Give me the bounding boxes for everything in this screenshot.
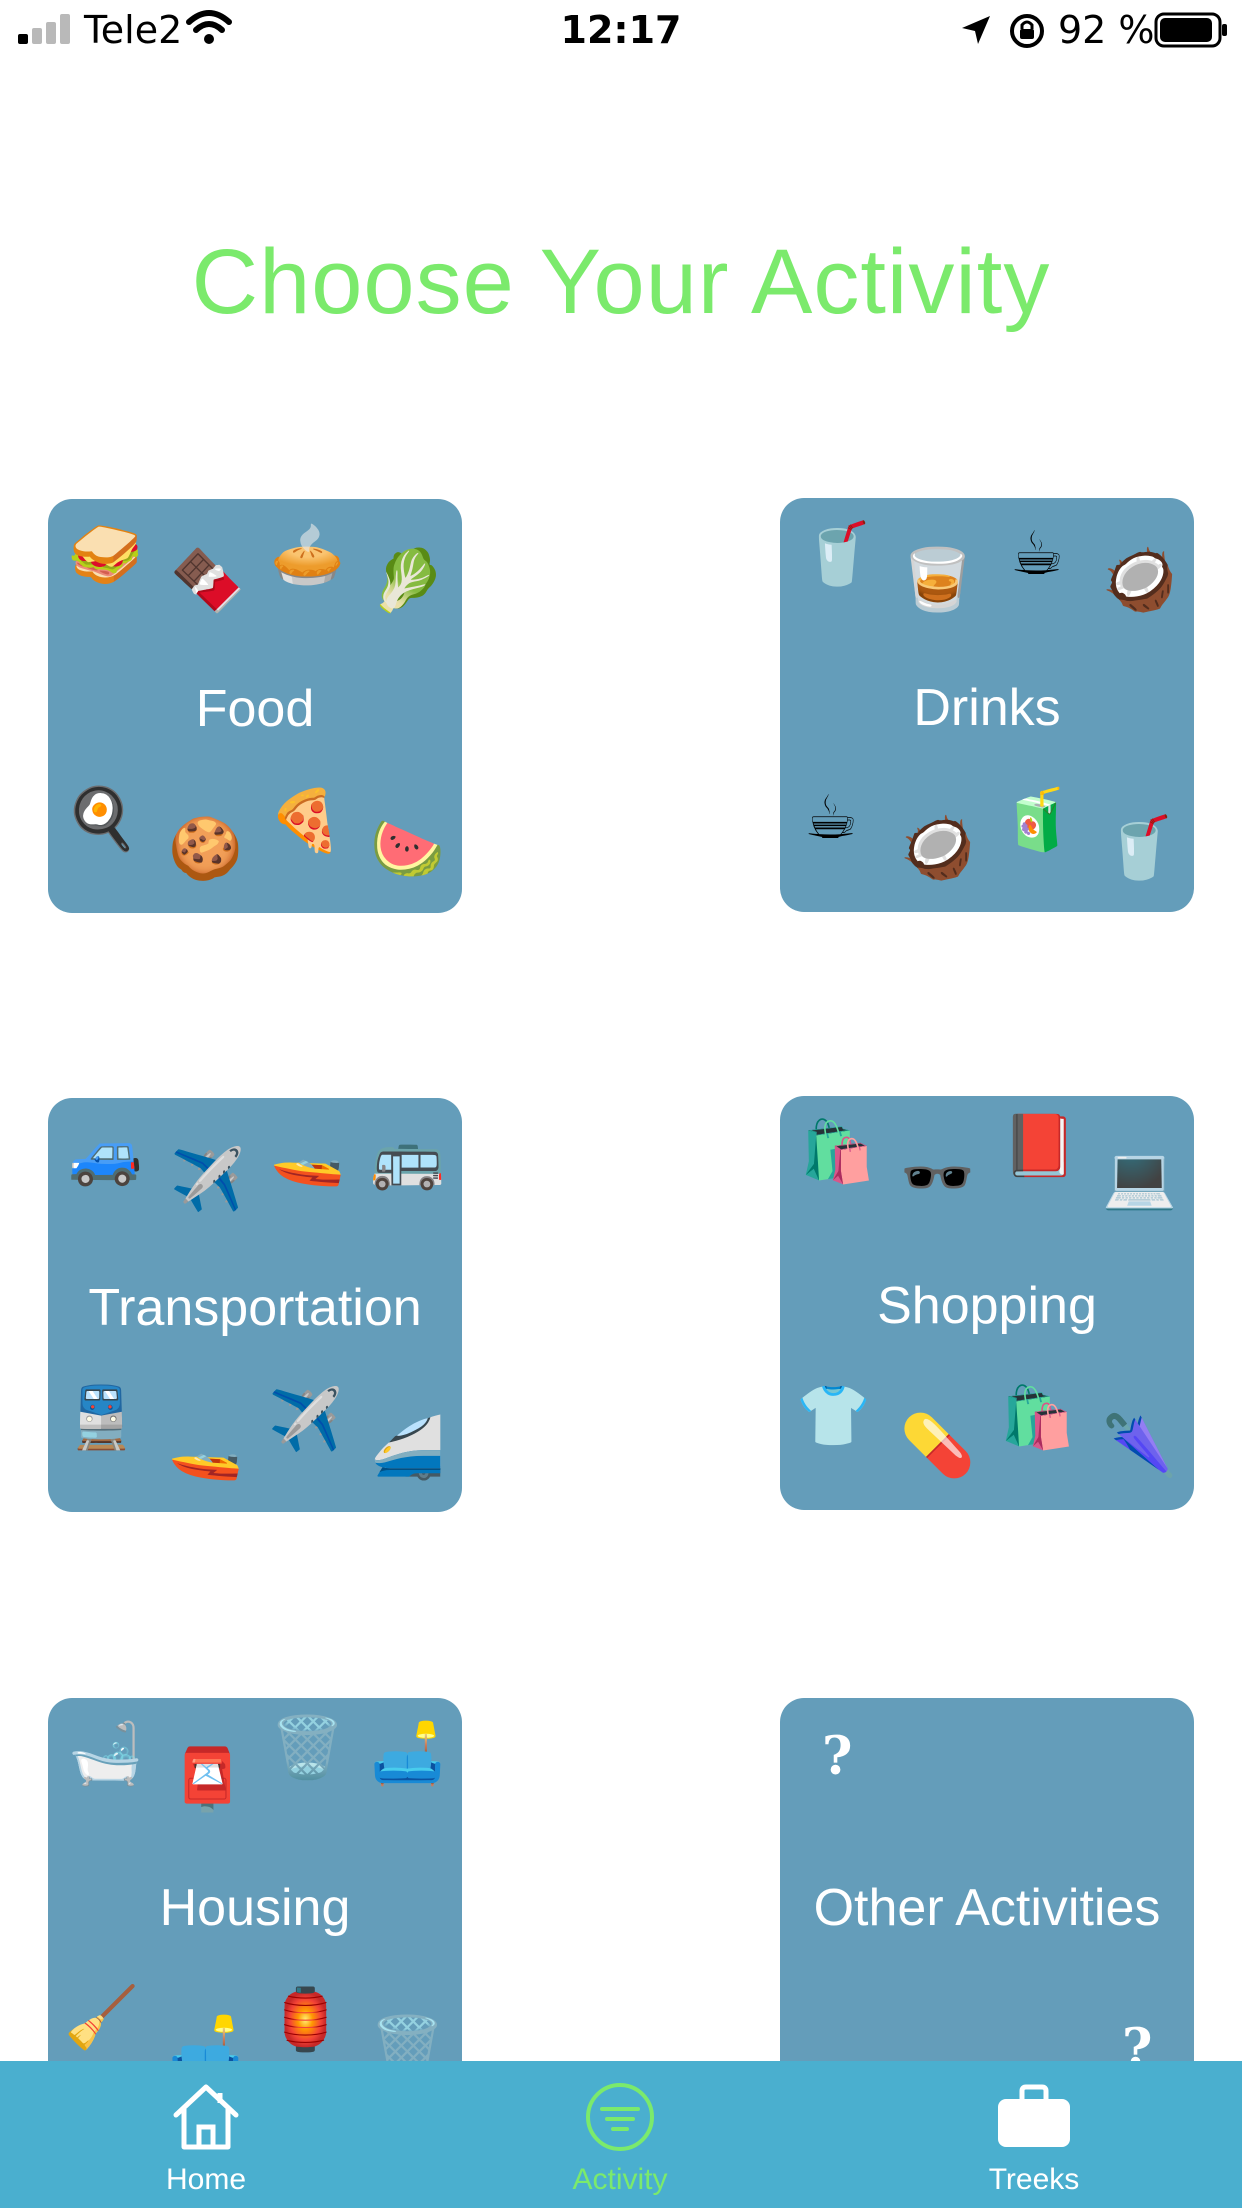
- clock: 12:17: [560, 8, 682, 52]
- broom-icon: 🧹: [64, 1983, 139, 2053]
- status-bar: Tele2 12:17 92 %: [0, 0, 1242, 62]
- laptop-icon: 💻: [1102, 1143, 1177, 1213]
- activity-tile-other[interactable]: Other Activities ? ?: [780, 1698, 1194, 2112]
- bus-icon: 🚌: [370, 1123, 445, 1193]
- list-circle-icon: [586, 2083, 654, 2151]
- battery-icon: [1154, 12, 1227, 48]
- tile-label: Other Activities: [813, 1879, 1161, 1937]
- lamp-icon: 🏮: [268, 1985, 343, 2055]
- tab-treeks[interactable]: Treeks: [914, 2061, 1154, 2208]
- activity-tile-drinks[interactable]: Drinks 🥤 🥃 ☕ 🥥 ☕ 🥥 🧃 🥤: [780, 498, 1194, 912]
- couch-lamp-icon: 🛋️: [370, 1719, 445, 1789]
- coconut-drink-icon: 🥥: [900, 813, 975, 883]
- location-arrow-icon: [962, 16, 990, 44]
- juice-box-icon: 🧃: [1000, 785, 1075, 855]
- airplane-icon: ✈️: [268, 1385, 343, 1455]
- bathtub-icon: 🛁: [68, 1719, 143, 1789]
- rotation-lock-icon: [1010, 14, 1044, 48]
- battery-percentage: 92 %: [1058, 8, 1155, 52]
- tab-label: Home: [165, 2163, 247, 2196]
- train-icon: 🚆: [64, 1383, 139, 1453]
- book-icon: 📕: [1002, 1111, 1077, 1181]
- coffee-icon: ☕: [804, 783, 858, 853]
- postbox-icon: 📮: [170, 1745, 245, 1815]
- wastebasket-icon: 🗑️: [270, 1713, 345, 1783]
- speedboat-icon: 🚤: [168, 1413, 243, 1483]
- activity-tile-housing[interactable]: Housing 🛁 📮 🗑️ 🛋️ 🧹 🛋️ 🏮 🗑️: [48, 1698, 462, 2112]
- tab-bar: Home Activity Treeks: [0, 2061, 1242, 2208]
- shopping-bags-icon: 🛍️: [800, 1117, 875, 1187]
- tile-label: Drinks: [913, 679, 1061, 737]
- cookie-icon: 🍪: [168, 814, 243, 884]
- airplane-icon: ✈️: [170, 1145, 245, 1215]
- coconut-drink-icon: 🥥: [1102, 545, 1177, 615]
- bullet-train-icon: 🚄: [370, 1413, 445, 1483]
- sandwich-icon: 🥪: [68, 520, 143, 590]
- watermelon-icon: 🍉: [370, 814, 445, 884]
- question-mark-icon: ?: [822, 1726, 853, 1787]
- tab-activity[interactable]: Activity: [500, 2061, 740, 2208]
- umbrella-icon: 🌂: [1102, 1411, 1177, 1481]
- activity-tile-food[interactable]: Food 🥪 🍫 🥧 🥬 🍳 🍪 🍕 🍉: [48, 499, 462, 913]
- sunglasses-icon: 🕶️: [900, 1143, 975, 1213]
- tile-label: Food: [195, 680, 315, 738]
- tab-label: Treeks: [988, 2163, 1080, 2196]
- shopping-bags-icon: 🛍️: [1000, 1383, 1075, 1453]
- soda-cup-icon: 🥤: [800, 519, 875, 589]
- shirt-icon: 👕: [796, 1381, 871, 1451]
- tile-label: Shopping: [877, 1277, 1097, 1335]
- tab-label: Activity: [572, 2163, 668, 2196]
- tab-home[interactable]: Home: [86, 2061, 326, 2208]
- car-icon: 🚙: [68, 1119, 143, 1189]
- activity-tile-transportation[interactable]: Transportation 🚙 ✈️ 🚤 🚌 🚆 🚤 ✈️ 🚄: [48, 1098, 462, 1512]
- speedboat-icon: 🚤: [270, 1119, 345, 1189]
- tile-label: Housing: [159, 1879, 351, 1937]
- pill-icon: 💊: [900, 1411, 975, 1481]
- lettuce-icon: 🥬: [370, 546, 445, 616]
- coffee-icon: ☕: [1010, 519, 1064, 589]
- pie-icon: 🥧: [270, 520, 345, 590]
- frying-pan-icon: 🍳: [64, 784, 139, 854]
- activity-tile-shopping[interactable]: Shopping 🛍️ 🕶️ 📕 💻 👕 💊 🛍️ 🌂: [780, 1096, 1194, 1510]
- briefcase-icon: [998, 2084, 1070, 2147]
- page-title: Choose Your Activity: [191, 231, 1051, 333]
- soda-cup-icon: 🥤: [1102, 813, 1177, 883]
- pizza-icon: 🍕: [268, 786, 343, 856]
- tile-label: Transportation: [88, 1279, 422, 1337]
- whiskey-glass-icon: 🥃: [900, 545, 975, 615]
- home-icon: [173, 2084, 239, 2150]
- chocolate-icon: 🍫: [170, 546, 245, 616]
